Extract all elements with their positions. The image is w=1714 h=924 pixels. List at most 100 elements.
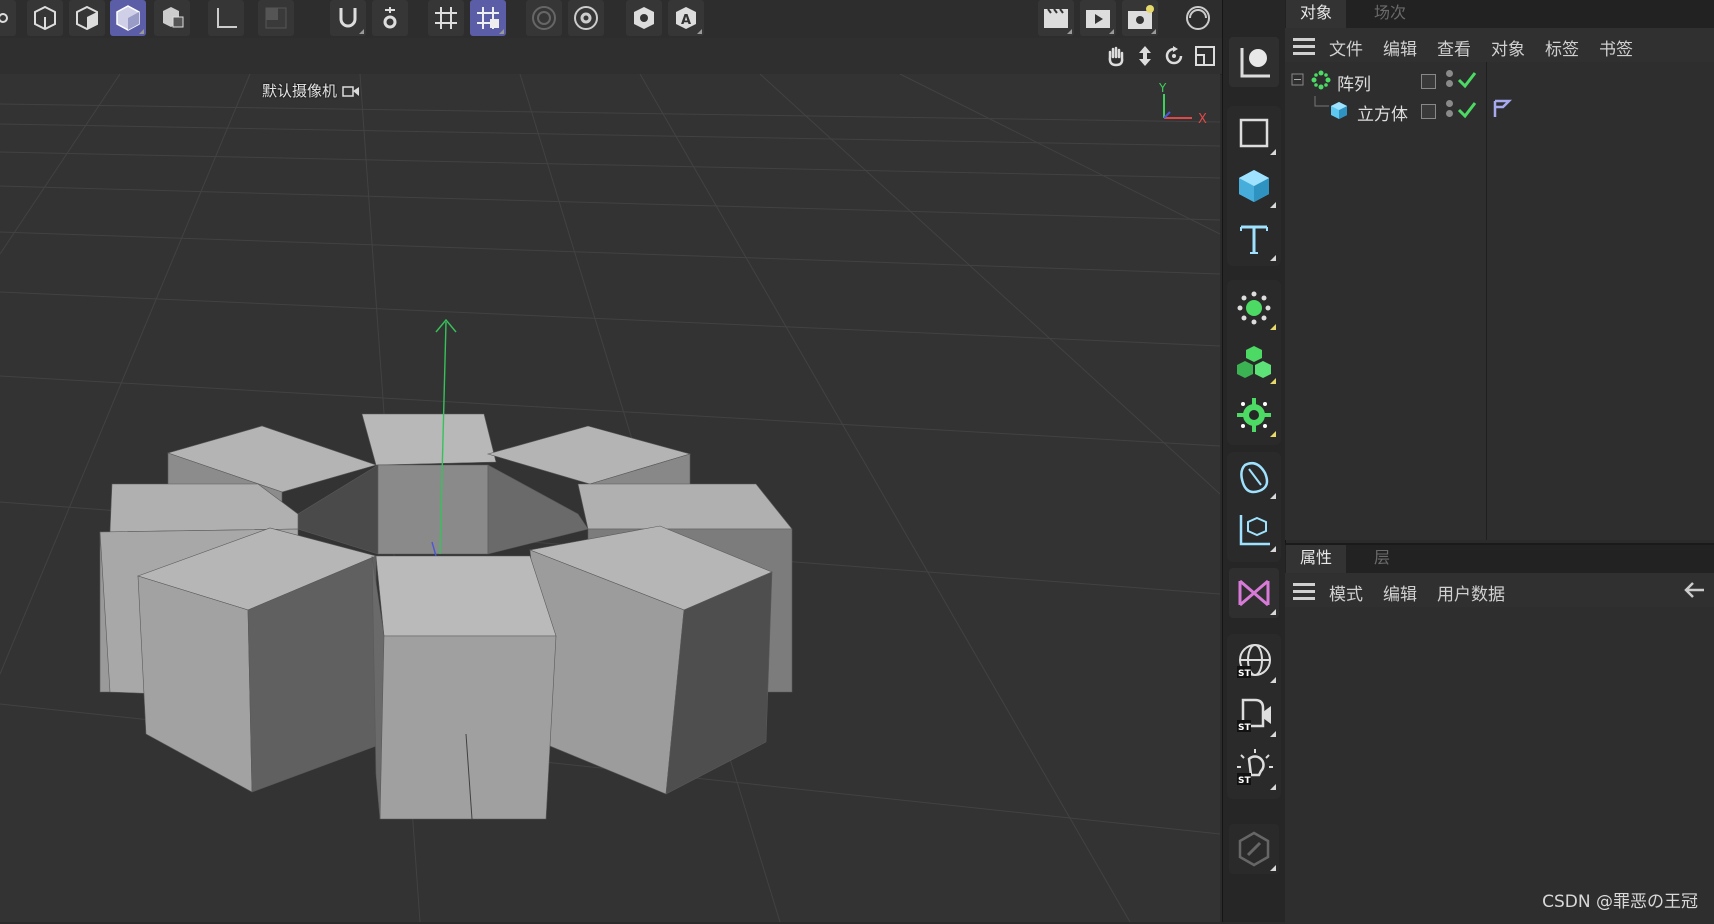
array-object-button[interactable] [1229,283,1279,333]
menu-edit[interactable]: 编辑 [1383,35,1417,60]
auto-key-button[interactable]: A [668,0,704,36]
render-settings-icon [1126,5,1154,31]
modeling-settings-button[interactable] [568,0,604,36]
menu-file[interactable]: 文件 [1329,35,1363,60]
soft-selection-button[interactable] [526,0,562,36]
enabled-check-icon[interactable] [1457,101,1477,119]
cloner-object-button[interactable] [1229,337,1279,387]
3d-viewport[interactable]: Y X 默认摄像机 [0,74,1220,922]
interactive-render-button[interactable] [1180,0,1216,36]
object-manager-tabs: 对象 场次 [1285,0,1714,28]
point-mode-icon [0,7,9,29]
vertical-arrows-icon [1135,44,1155,68]
grid-button[interactable] [428,0,464,36]
layer-toggle[interactable] [1421,104,1436,119]
menu-tags[interactable]: 标签 [1545,35,1579,60]
enabled-check-icon[interactable] [1457,71,1477,89]
render-settings-button[interactable] [1122,0,1158,36]
tab-takes[interactable]: 场次 [1360,0,1420,28]
visibility-dots[interactable] [1446,100,1454,120]
move-view-button[interactable] [1133,44,1157,68]
text-object-button[interactable] [1229,214,1279,264]
sky-object-button[interactable]: ST [1229,636,1279,686]
menu-user-data[interactable]: 用户数据 [1437,580,1505,605]
deformer-button[interactable] [1229,568,1279,618]
menu-mode[interactable]: 模式 [1329,580,1363,605]
auto-key-icon: A [673,5,699,31]
array-icon [1236,290,1272,326]
menu-bookmarks[interactable]: 书签 [1599,35,1633,60]
camera-label-text: 默认摄像机 [262,82,338,100]
cube-object-button[interactable] [1229,161,1279,211]
tab-attributes[interactable]: 属性 [1286,545,1347,573]
workplane-settings-icon [378,5,402,31]
layout-icon [1194,45,1216,67]
svg-text:ST: ST [1238,776,1251,786]
snap-button[interactable] [330,0,366,36]
attribute-manager-menubar: 模式 编辑 用户数据 [1285,573,1714,607]
edit-icon [1236,831,1272,867]
camera-label[interactable]: 默认摄像机 [262,80,360,101]
axis-mode-button[interactable] [208,0,244,36]
object-manager: 对象 场次 文件 编辑 查看 对象 标签 书签 阵列 立方体 [1285,0,1714,540]
axis-mode-icon [213,5,239,31]
back-arrow-icon[interactable] [1682,580,1706,600]
column-divider[interactable] [1486,62,1487,540]
polygon-mode-icon [75,5,99,31]
model-mode-button[interactable] [110,0,146,36]
viewport-scene: Y X [0,74,1220,922]
soft-selection-icon [531,5,557,31]
camera-icon [342,84,360,98]
menu-hamburger-icon[interactable] [1293,38,1315,55]
axis-y-label: Y [1158,81,1167,95]
menu-object[interactable]: 对象 [1491,35,1525,60]
rotate-view-button[interactable] [1162,44,1186,68]
workplane-settings-button[interactable] [372,0,408,36]
point-mode-button[interactable] [0,0,16,36]
render-picture-viewer-button[interactable] [1080,0,1116,36]
tool-palette: ST ST ST [1222,0,1286,922]
gear-object-icon [1236,397,1272,433]
move-tool-button[interactable] [1229,37,1279,87]
null-object-button[interactable] [1229,505,1279,555]
pan-view-button[interactable] [1104,44,1128,68]
menu-view[interactable]: 查看 [1437,35,1471,60]
polygon-mode-button[interactable] [69,0,105,36]
solo-mode-icon [263,5,289,31]
object-name: 阵列 [1337,75,1371,95]
gear-object-button[interactable] [1229,390,1279,440]
tree-row-cube[interactable]: 立方体 [1285,96,1714,125]
texture-mode-button[interactable] [154,0,190,36]
subdivision-button[interactable] [1229,452,1279,502]
watermark-text: CSDN @罪恶の王冠 [1542,892,1698,912]
locked-workplane-button[interactable] [470,0,506,36]
render-picture-viewer-icon [1084,6,1112,30]
collapse-icon[interactable] [1291,73,1305,87]
null-axis-icon [1236,512,1272,548]
tab-objects[interactable]: 对象 [1286,0,1347,28]
rectangle-spline-button[interactable] [1229,108,1279,158]
edge-mode-button[interactable] [27,0,63,36]
model-mode-icon [115,4,141,32]
camera-object-button[interactable]: ST [1229,690,1279,740]
maximize-view-button[interactable] [1193,44,1217,68]
tab-layers[interactable]: 层 [1360,545,1404,573]
menu-hamburger-icon[interactable] [1293,583,1315,600]
text-icon [1237,222,1271,256]
menu-edit[interactable]: 编辑 [1383,580,1417,605]
tree-row-array[interactable]: 阵列 [1285,66,1714,95]
layer-toggle[interactable] [1421,74,1436,89]
light-object-button[interactable]: ST [1229,743,1279,793]
grid-icon [433,5,459,31]
tree-connector-icon [1311,96,1331,112]
viewport-solo-button[interactable] [626,0,662,36]
render-view-icon [1042,6,1070,30]
phong-tag-icon[interactable] [1492,99,1512,119]
solo-mode-button[interactable] [258,0,294,36]
locked-workplane-icon [475,5,501,31]
svg-text:ST: ST [1238,669,1251,679]
render-view-button[interactable] [1038,0,1074,36]
edit-tool-button[interactable] [1229,824,1279,874]
hand-icon [1105,45,1127,67]
visibility-dots[interactable] [1446,70,1454,90]
